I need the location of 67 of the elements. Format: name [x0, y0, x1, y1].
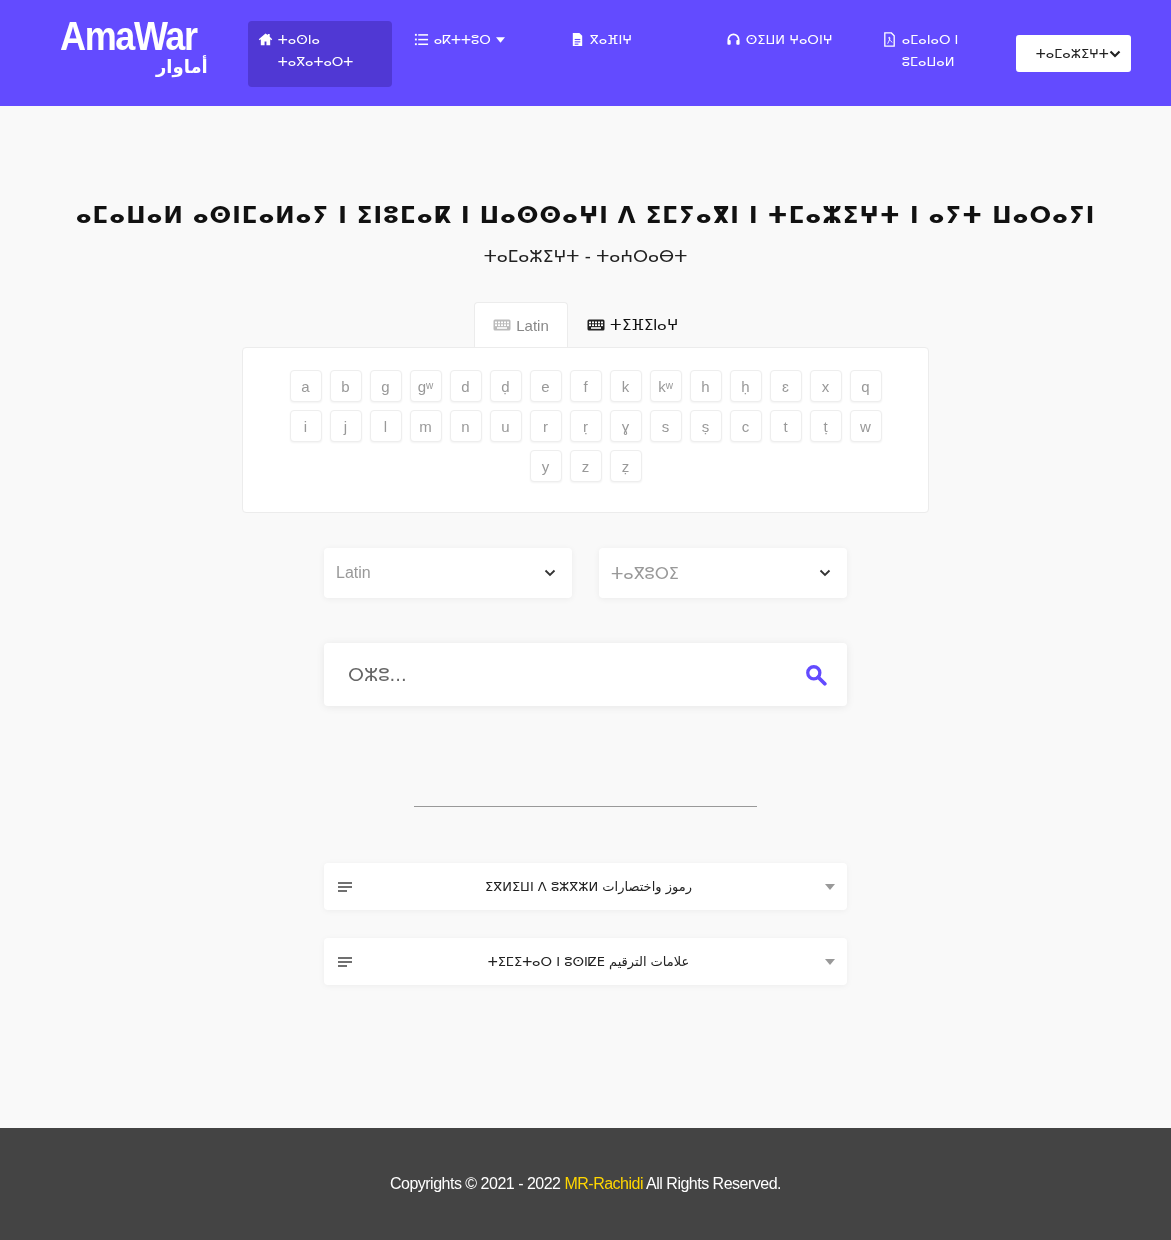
keyboard-key[interactable]: gʷ [409, 370, 442, 402]
author-link[interactable]: MR-Rachidi [564, 1175, 644, 1192]
keyboard-key[interactable]: r [529, 410, 562, 442]
lines-icon [338, 881, 352, 892]
keyboard-key[interactable]: x [809, 370, 842, 402]
home-icon [257, 32, 273, 47]
keyboard-key[interactable]: ḍ [489, 370, 522, 402]
keyboard-key[interactable]: k [609, 370, 642, 402]
keyboard-key[interactable]: ɣ [609, 410, 642, 442]
pdf-file-icon [881, 32, 897, 47]
keyboard-key[interactable]: h [689, 370, 722, 402]
keyboard-key[interactable]: n [449, 410, 482, 442]
chevron-down-icon [1108, 49, 1121, 58]
language-select[interactable]: ⵜⴰⴳⵓⵔⵉ [599, 548, 847, 598]
keyboard-key[interactable]: z [569, 450, 602, 482]
keyboard-icon [493, 319, 512, 331]
accordion-header[interactable]: ⵜⵉⵎⵉⵜⴰⵔ ⵏ ⵓⵙⵏⵇⴹ علامات الترقيم [324, 938, 847, 985]
lines-icon [338, 956, 352, 967]
keyboard-key[interactable]: l [369, 410, 402, 442]
keyboard-tab[interactable]: Latin [474, 302, 568, 347]
keyboard-key[interactable]: ɛ [769, 370, 802, 402]
copyright-text: Copyrights © 2021 - 2022 MR-Rachidi All Rights Reserved. [389, 1175, 782, 1193]
keyboard-key[interactable]: s [649, 410, 682, 442]
keyboard-key[interactable]: w [849, 410, 882, 442]
page-title: ⴰⵎⴰⵡⴰⵍ ⴰⵙⵏⵎⴰⵍⴰⵢ ⵏ ⵉⵏⵓⵎⴰⴽ ⵏ ⵡⴰⵙⵙⴰⵖⵏ ⴷ ⵉⵎⵢⴰⴳⵏ ⵏ ⵜⵎⴰⵣⵉⵖⵜ ⵏ ⴰⵢⵜ ⵡⴰⵔⴰⵢⵏ [75, 202, 1096, 228]
logo-text[interactable]: AmaWar [60, 16, 197, 56]
keyboard-key[interactable]: i [289, 410, 322, 442]
nav-link[interactable]: ⵙⵉⵡⵍ ⵖⴰⵔⵏⵖ [715, 21, 860, 87]
keyboard-icon [586, 319, 605, 331]
keyboard-key[interactable]: y [529, 450, 562, 482]
accordion-header[interactable]: ⵉⴳⵍⵉⵡⵏ ⴷ ⵓⵣⴳⵣⵍ رموز واختصارات [324, 863, 847, 910]
language-select[interactable]: ⵜⴰⵎⴰⵣⵉⵖⵜ [1015, 35, 1131, 72]
chevron-down-icon [544, 569, 556, 577]
nav-link[interactable]: ⴳⴰⴼⵏⵖ [559, 21, 704, 87]
search-field[interactable]: ⵔⵣⵓ... [346, 655, 805, 694]
keyboard-key[interactable]: m [409, 410, 442, 442]
keyboard-key[interactable]: e [529, 370, 562, 402]
keyboard-key[interactable]: f [569, 370, 602, 402]
search-box[interactable]: ⵔⵣⵓ... [324, 643, 847, 706]
keyboard-key[interactable]: ṣ [689, 410, 722, 442]
keyboard-key[interactable]: b [329, 370, 362, 402]
list-icon [413, 32, 429, 47]
keyboard-key[interactable]: t [769, 410, 802, 442]
keyboard-key[interactable]: j [329, 410, 362, 442]
headset-icon [725, 32, 741, 47]
nav-link[interactable]: ⴰⵎⴰⵏⴰⵔ ⵏ ⵓⵎⴰⵡⴰⵍ [871, 21, 1016, 87]
keyboard-key[interactable]: kʷ [649, 370, 682, 402]
keyboard-key[interactable]: q [849, 370, 882, 402]
keyboard-key[interactable]: a [289, 370, 322, 402]
keyboard-key[interactable]: ṛ [569, 410, 602, 442]
keyboard-key[interactable]: c [729, 410, 762, 442]
nav-link[interactable]: ⵜⴰⵙⵏⴰ ⵜⴰⴳⴰⵜⴰⵔⵜ [247, 21, 392, 87]
search-icon[interactable] [805, 663, 827, 686]
keyboard-key[interactable]: u [489, 410, 522, 442]
page-subtitle: ⵜⴰⵎⴰⵣⵉⵖⵜ - ⵜⴰⵄⵔⴰⴱⵜ [483, 246, 688, 266]
keyboard-key[interactable]: d [449, 370, 482, 402]
nav-link[interactable]: ⴰⴽⵜⵜⵓⵔ [403, 21, 548, 87]
keyboard-key[interactable]: ẓ [609, 450, 642, 482]
keyboard-tab[interactable]: ⵜⵉⴼⵉⵏⴰⵖ [567, 302, 697, 347]
logo-arabic-text: أماوار [156, 56, 208, 78]
chevron-down-icon [819, 569, 831, 577]
keyboard-key[interactable]: g [369, 370, 402, 402]
keyboard-key[interactable]: ḥ [729, 370, 762, 402]
keyboard-key[interactable]: ṭ [809, 410, 842, 442]
caret-icon [825, 883, 835, 890]
language-select[interactable]: Latin [324, 548, 572, 598]
caret-icon [825, 958, 835, 965]
